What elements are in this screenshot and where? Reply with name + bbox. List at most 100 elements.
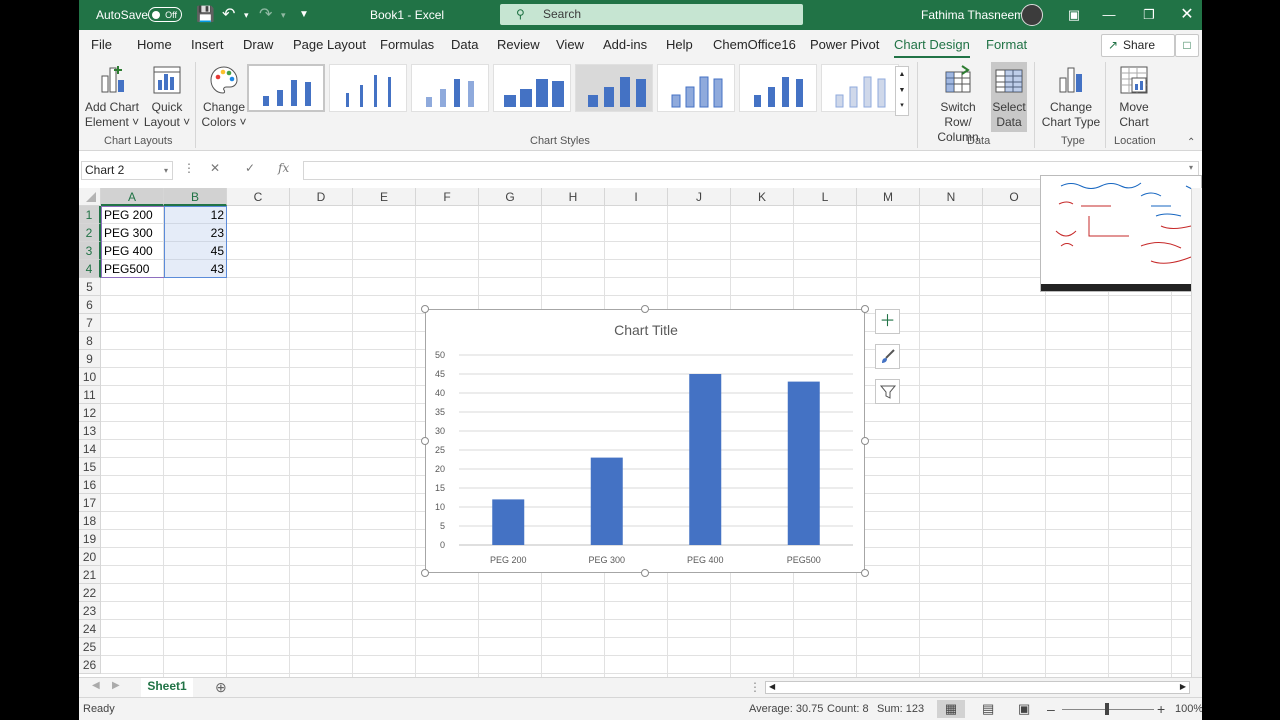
cell-a1[interactable]: PEG 200 bbox=[101, 206, 164, 224]
column-header-g[interactable]: G bbox=[479, 188, 542, 206]
tab-chemoffice16[interactable]: ChemOffice16 bbox=[713, 37, 796, 52]
resize-handle-top-right[interactable] bbox=[861, 305, 869, 313]
chart-elements-button[interactable]: ＋ bbox=[875, 309, 900, 334]
row-header-9[interactable]: 9 bbox=[79, 350, 101, 368]
row-header-16[interactable]: 16 bbox=[79, 476, 101, 494]
restore-icon[interactable]: ❐ bbox=[1134, 0, 1164, 30]
tab-help[interactable]: Help bbox=[666, 37, 693, 52]
column-header-e[interactable]: E bbox=[353, 188, 416, 206]
column-header-h[interactable]: H bbox=[542, 188, 605, 206]
row-header-17[interactable]: 17 bbox=[79, 494, 101, 512]
close-icon[interactable]: ✕ bbox=[1172, 0, 1202, 30]
column-header-c[interactable]: C bbox=[227, 188, 290, 206]
autosave-toggle[interactable]: Off bbox=[148, 7, 182, 22]
row-header-25[interactable]: 25 bbox=[79, 638, 101, 656]
cell-b2[interactable]: 23 bbox=[164, 224, 227, 242]
cell-b1[interactable]: 12 bbox=[164, 206, 227, 224]
resize-handle-bottom-right[interactable] bbox=[861, 569, 869, 577]
bar[interactable] bbox=[689, 374, 722, 545]
change-colors-button[interactable]: Change Colors ˅ bbox=[199, 64, 249, 130]
tab-insert[interactable]: Insert bbox=[191, 37, 224, 52]
chart-style-3[interactable] bbox=[411, 64, 489, 112]
zoom-slider-thumb[interactable] bbox=[1105, 703, 1109, 715]
row-header-8[interactable]: 8 bbox=[79, 332, 101, 350]
row-header-24[interactable]: 24 bbox=[79, 620, 101, 638]
column-header-a[interactable]: A bbox=[101, 188, 164, 206]
expand-formula-icon[interactable]: ▾ bbox=[1189, 163, 1193, 172]
cancel-icon[interactable]: ✕ bbox=[210, 161, 220, 175]
comments-button[interactable]: □ bbox=[1175, 34, 1199, 57]
chart-filters-button[interactable] bbox=[875, 379, 900, 404]
select-data-button[interactable]: Select Data bbox=[991, 62, 1027, 132]
tab-review[interactable]: Review bbox=[497, 37, 540, 52]
row-header-1[interactable]: 1 bbox=[79, 206, 101, 224]
bar[interactable] bbox=[590, 457, 623, 545]
move-chart-button[interactable]: Move Chart bbox=[1109, 64, 1159, 130]
row-header-13[interactable]: 13 bbox=[79, 422, 101, 440]
chart-style-8[interactable] bbox=[821, 64, 899, 112]
row-header-22[interactable]: 22 bbox=[79, 584, 101, 602]
resize-handle-bottom[interactable] bbox=[641, 569, 649, 577]
scroll-split-icon[interactable]: ⋮ bbox=[749, 680, 761, 694]
scroll-left-icon[interactable]: ◀ bbox=[769, 682, 775, 691]
chart-style-1[interactable] bbox=[247, 64, 325, 112]
tab-format[interactable]: Format bbox=[986, 37, 1027, 52]
bar[interactable] bbox=[787, 381, 820, 545]
chart-style-7[interactable] bbox=[739, 64, 817, 112]
cell-a3[interactable]: PEG 400 bbox=[101, 242, 164, 260]
change-chart-type-button[interactable]: Change Chart Type bbox=[1039, 64, 1103, 130]
undo-dropdown-icon[interactable]: ▾ bbox=[244, 0, 249, 30]
resize-handle-top-left[interactable] bbox=[421, 305, 429, 313]
row-header-21[interactable]: 21 bbox=[79, 566, 101, 584]
cell-a2[interactable]: PEG 300 bbox=[101, 224, 164, 242]
row-header-3[interactable]: 3 bbox=[79, 242, 101, 260]
chart-style-5[interactable] bbox=[575, 64, 653, 112]
tab-page-layout[interactable]: Page Layout bbox=[293, 37, 366, 52]
cell-b3[interactable]: 45 bbox=[164, 242, 227, 260]
row-header-18[interactable]: 18 bbox=[79, 512, 101, 530]
chart-object[interactable]: Chart Title 0 5 10 15 20 25 30 35 40 45 50 PEG 200 P… bbox=[425, 309, 865, 573]
horizontal-scrollbar[interactable]: ◀ ▶ bbox=[765, 681, 1190, 694]
search-box[interactable]: ⚲ Search bbox=[500, 4, 803, 25]
chart-style-2[interactable] bbox=[329, 64, 407, 112]
row-header-7[interactable]: 7 bbox=[79, 314, 101, 332]
column-header-m[interactable]: M bbox=[857, 188, 920, 206]
name-box[interactable]: Chart 2 ▾ bbox=[81, 161, 173, 180]
column-header-b[interactable]: B bbox=[164, 188, 227, 206]
share-button[interactable]: ↗ Share bbox=[1101, 34, 1175, 57]
minimize-icon[interactable]: — bbox=[1094, 0, 1124, 30]
row-header-14[interactable]: 14 bbox=[79, 440, 101, 458]
chart-styles-button[interactable] bbox=[875, 344, 900, 369]
page-layout-view-icon[interactable]: ▤ bbox=[982, 701, 994, 717]
quick-layout-button[interactable]: Quick Layout ˅ bbox=[143, 64, 191, 130]
column-header-j[interactable]: J bbox=[668, 188, 731, 206]
page-break-view-icon[interactable]: ▣ bbox=[1018, 701, 1030, 717]
chart-style-6[interactable] bbox=[657, 64, 735, 112]
row-header-12[interactable]: 12 bbox=[79, 404, 101, 422]
chart-styles-scroll[interactable]: ▲ ▼ ▾ bbox=[895, 66, 909, 116]
worksheet-grid[interactable]: A B C D E F G H I J K L M N O 1 2 3 4 5 … bbox=[79, 188, 1191, 677]
row-header-20[interactable]: 20 bbox=[79, 548, 101, 566]
tab-power-pivot[interactable]: Power Pivot bbox=[810, 37, 879, 52]
column-header-d[interactable]: D bbox=[290, 188, 353, 206]
redo-dropdown-icon[interactable]: ▾ bbox=[281, 0, 286, 30]
row-header-5[interactable]: 5 bbox=[79, 278, 101, 296]
row-header-23[interactable]: 23 bbox=[79, 602, 101, 620]
add-sheet-icon[interactable]: ⊕ bbox=[215, 679, 227, 696]
row-header-10[interactable]: 10 bbox=[79, 368, 101, 386]
resize-handle-left[interactable] bbox=[421, 437, 429, 445]
row-header-4[interactable]: 4 bbox=[79, 260, 101, 278]
column-header-n[interactable]: N bbox=[920, 188, 983, 206]
cell-b4[interactable]: 43 bbox=[164, 260, 227, 278]
row-header-11[interactable]: 11 bbox=[79, 386, 101, 404]
resize-handle-right[interactable] bbox=[861, 437, 869, 445]
enter-icon[interactable]: ✓ bbox=[245, 161, 255, 175]
select-all-corner[interactable] bbox=[79, 188, 101, 206]
save-icon[interactable]: 💾 bbox=[196, 0, 215, 30]
chart-plot[interactable]: 0 5 10 15 20 25 30 35 40 45 50 PEG 200 PEG 300 PEG 40… bbox=[426, 310, 864, 572]
avatar[interactable] bbox=[1021, 4, 1043, 26]
tab-home[interactable]: Home bbox=[137, 37, 172, 52]
redo-icon[interactable]: ↷ bbox=[259, 0, 272, 30]
tab-draw[interactable]: Draw bbox=[243, 37, 273, 52]
row-header-6[interactable]: 6 bbox=[79, 296, 101, 314]
